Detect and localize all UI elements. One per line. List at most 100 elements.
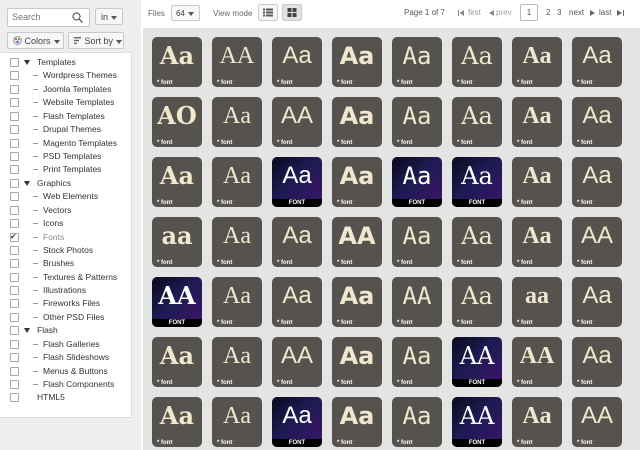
- colors-filter-button[interactable]: Colors: [7, 32, 64, 49]
- tree-checkbox[interactable]: [10, 219, 19, 228]
- page-1-button[interactable]: 1: [520, 4, 538, 21]
- font-tile[interactable]: Aa * font: [452, 217, 502, 267]
- first-page-icon[interactable]: [458, 10, 465, 16]
- font-tile[interactable]: AA * font: [572, 217, 622, 267]
- font-tile[interactable]: AA FONT: [152, 277, 202, 327]
- last-page-icon[interactable]: [617, 10, 624, 16]
- tree-item[interactable]: Website Templates: [0, 96, 131, 109]
- tree-checkbox[interactable]: [10, 98, 19, 107]
- font-tile[interactable]: Aa * font: [332, 277, 382, 327]
- page-3-link[interactable]: 3: [557, 8, 561, 17]
- font-tile[interactable]: Aa * font: [152, 37, 202, 87]
- font-tile[interactable]: Aa FONT: [452, 157, 502, 207]
- tree-checkbox[interactable]: [10, 246, 19, 255]
- tree-item[interactable]: Menus & Buttons: [0, 365, 131, 378]
- prev-page-link[interactable]: prev: [496, 8, 512, 17]
- tree-item[interactable]: Brushes: [0, 257, 131, 270]
- font-tile[interactable]: AA * font: [272, 337, 322, 387]
- font-tile[interactable]: Aa * font: [572, 157, 622, 207]
- tree-item[interactable]: Icons: [0, 217, 131, 230]
- font-tile[interactable]: Aa * font: [332, 157, 382, 207]
- font-tile[interactable]: Aa * font: [212, 397, 262, 447]
- font-tile[interactable]: AA FONT: [452, 337, 502, 387]
- font-tile[interactable]: Aa * font: [512, 157, 562, 207]
- font-tile[interactable]: Aa * font: [152, 157, 202, 207]
- font-tile[interactable]: Aa * font: [212, 337, 262, 387]
- tree-checkbox[interactable]: [10, 139, 19, 148]
- font-tile[interactable]: Aa * font: [152, 337, 202, 387]
- font-tile[interactable]: Aa * font: [512, 97, 562, 147]
- tree-checkbox[interactable]: [10, 152, 19, 161]
- tree-item[interactable]: Graphics: [0, 177, 131, 190]
- font-tile[interactable]: aa * font: [512, 277, 562, 327]
- tree-item[interactable]: Stock Photos: [0, 244, 131, 257]
- tree-checkbox[interactable]: [10, 206, 19, 215]
- tree-checkbox[interactable]: [10, 353, 19, 362]
- first-page-link[interactable]: first: [468, 8, 481, 17]
- font-tile[interactable]: Aa * font: [152, 397, 202, 447]
- tree-checkbox[interactable]: [10, 259, 19, 268]
- tree-item[interactable]: Templates: [0, 56, 131, 69]
- tree-item[interactable]: Textures & Patterns: [0, 271, 131, 284]
- font-tile[interactable]: Aa * font: [572, 37, 622, 87]
- font-tile[interactable]: Aa * font: [572, 277, 622, 327]
- font-tile[interactable]: AA FONT: [452, 397, 502, 447]
- tree-item[interactable]: Flash Galleries: [0, 338, 131, 351]
- tree-item[interactable]: Magento Templates: [0, 137, 131, 150]
- sort-by-button[interactable]: Sort by: [68, 32, 124, 49]
- font-tile[interactable]: Aa * font: [392, 97, 442, 147]
- tree-item[interactable]: Other PSD Files: [0, 311, 131, 324]
- font-tile[interactable]: Aa * font: [452, 277, 502, 327]
- font-tile[interactable]: Aa * font: [512, 397, 562, 447]
- search-scope-select[interactable]: in: [95, 8, 123, 25]
- font-tile[interactable]: Aa * font: [572, 97, 622, 147]
- tree-checkbox[interactable]: [10, 85, 19, 94]
- tree-item[interactable]: Joomla Templates: [0, 83, 131, 96]
- collapse-arrow-icon[interactable]: [24, 328, 30, 333]
- tree-checkbox[interactable]: [10, 286, 19, 295]
- font-tile[interactable]: Aa * font: [452, 37, 502, 87]
- search-input[interactable]: [12, 12, 68, 22]
- font-tile[interactable]: Aa * font: [212, 157, 262, 207]
- font-tile[interactable]: Aa * font: [572, 337, 622, 387]
- tree-item[interactable]: Flash Templates: [0, 110, 131, 123]
- font-tile[interactable]: Aa * font: [212, 277, 262, 327]
- tree-checkbox[interactable]: [10, 313, 19, 322]
- page-2-link[interactable]: 2: [546, 8, 550, 17]
- tree-item[interactable]: Web Elements: [0, 190, 131, 203]
- font-tile[interactable]: Aa * font: [392, 217, 442, 267]
- font-tile[interactable]: Aa * font: [332, 397, 382, 447]
- tree-item[interactable]: Flash Components: [0, 378, 131, 391]
- tree-checkbox[interactable]: [10, 340, 19, 349]
- font-tile[interactable]: Aa * font: [272, 217, 322, 267]
- tree-checkbox[interactable]: [10, 125, 19, 134]
- font-tile[interactable]: Aa * font: [452, 97, 502, 147]
- tree-item[interactable]: Flash: [0, 324, 131, 337]
- tree-item[interactable]: Fireworks Files: [0, 297, 131, 310]
- font-tile[interactable]: Aa FONT: [392, 157, 442, 207]
- next-page-icon[interactable]: [590, 10, 595, 16]
- font-tile[interactable]: Aa * font: [272, 37, 322, 87]
- tree-checkbox[interactable]: [10, 71, 19, 80]
- tree-checkbox[interactable]: [10, 326, 19, 335]
- tree-checkbox[interactable]: [10, 165, 19, 174]
- font-tile[interactable]: Aa * font: [272, 277, 322, 327]
- font-tile[interactable]: Aa * font: [332, 337, 382, 387]
- list-view-button[interactable]: [258, 4, 278, 21]
- font-tile[interactable]: AO * font: [152, 97, 202, 147]
- tree-item[interactable]: Vectors: [0, 204, 131, 217]
- tree-checkbox[interactable]: [10, 58, 19, 67]
- font-tile[interactable]: AA * font: [332, 217, 382, 267]
- font-tile[interactable]: Aa * font: [332, 97, 382, 147]
- tree-checkbox[interactable]: [10, 367, 19, 376]
- font-tile[interactable]: AA * font: [512, 337, 562, 387]
- font-tile[interactable]: Aa * font: [212, 97, 262, 147]
- font-tile[interactable]: AA * font: [572, 397, 622, 447]
- tree-item[interactable]: Illustrations: [0, 284, 131, 297]
- font-tile[interactable]: Aa * font: [512, 217, 562, 267]
- font-tile[interactable]: Aa * font: [392, 37, 442, 87]
- font-tile[interactable]: Aa * font: [392, 337, 442, 387]
- tree-item[interactable]: Drupal Themes: [0, 123, 131, 136]
- tree-checkbox[interactable]: [10, 112, 19, 121]
- font-tile[interactable]: Aa FONT: [272, 157, 322, 207]
